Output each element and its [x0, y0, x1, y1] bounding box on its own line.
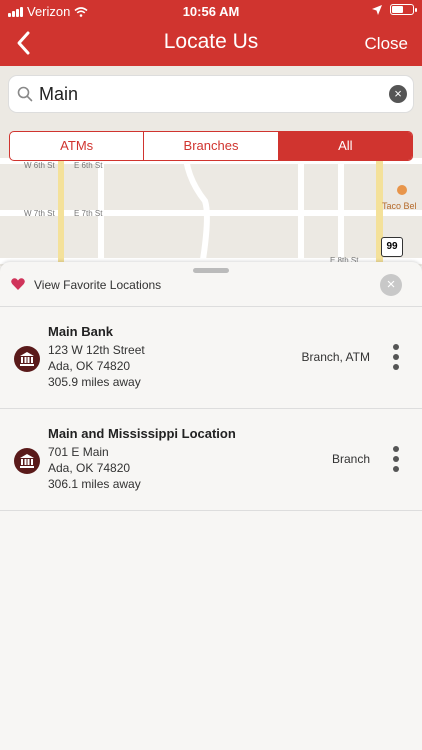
- location-city: Ada, OK 74820: [48, 461, 131, 475]
- location-item[interactable]: Main Bank 123 W 12th Street Ada, OK 7482…: [0, 308, 422, 408]
- street-label: E 6th St: [74, 161, 103, 170]
- divider: [0, 408, 422, 409]
- location-item[interactable]: Main and Mississippi Location 701 E Main…: [0, 410, 422, 510]
- search-input[interactable]: [39, 80, 379, 108]
- location-distance: 306.1 miles away: [48, 477, 141, 491]
- location-city: Ada, OK 74820: [48, 359, 131, 373]
- location-type: Branch: [331, 452, 370, 466]
- sheet-grabber[interactable]: [193, 268, 229, 273]
- divider: [0, 306, 422, 307]
- route-shield: 99: [381, 237, 403, 257]
- battery-icon: [390, 4, 417, 15]
- route-number: 99: [386, 241, 398, 252]
- header: Verizon 10:56 AM Locate Us Close: [0, 0, 422, 66]
- bank-icon: [14, 346, 40, 372]
- navbar: Locate Us Close: [0, 22, 422, 66]
- location-distance: 305.9 miles away: [48, 375, 141, 389]
- location-type: Branch, ATM: [301, 350, 370, 364]
- street-label: E 7th St: [74, 209, 103, 218]
- restaurant-pin-icon[interactable]: [397, 185, 407, 195]
- close-icon[interactable]: ×: [380, 274, 402, 296]
- status-time: 10:56 AM: [182, 4, 240, 19]
- clear-search-icon[interactable]: ×: [389, 85, 407, 103]
- more-vertical-icon[interactable]: [390, 344, 402, 374]
- bank-icon: [14, 448, 40, 474]
- search-icon: [17, 86, 33, 102]
- favorites-row[interactable]: View Favorite Locations ×: [0, 274, 422, 306]
- divider: [0, 510, 422, 511]
- filter-branches[interactable]: Branches: [144, 132, 279, 160]
- location-address: 123 W 12th Street: [48, 343, 145, 357]
- street-label: W 7th St: [24, 209, 55, 218]
- status-right: [372, 4, 417, 15]
- poi-label: Taco Bel: [382, 201, 417, 211]
- filter-atms[interactable]: ATMs: [10, 132, 145, 160]
- location-name: Main and Mississippi Location: [48, 426, 236, 441]
- search-bar: ×: [9, 76, 413, 112]
- status-bar: Verizon 10:56 AM: [0, 0, 422, 22]
- location-filter: ATMs Branches All: [9, 131, 413, 161]
- close-button[interactable]: Close: [365, 34, 408, 54]
- filter-all[interactable]: All: [278, 132, 412, 160]
- favorites-label: View Favorite Locations: [34, 278, 162, 292]
- results-sheet: View Favorite Locations × Main Bank 123 …: [0, 262, 422, 750]
- location-address: 701 E Main: [48, 445, 109, 459]
- page-title: Locate Us: [163, 30, 259, 53]
- heart-icon: [11, 278, 25, 290]
- location-arrow-icon: [372, 4, 382, 15]
- more-vertical-icon[interactable]: [390, 446, 402, 476]
- street-label: W 6th St: [24, 161, 55, 170]
- location-name: Main Bank: [48, 324, 114, 339]
